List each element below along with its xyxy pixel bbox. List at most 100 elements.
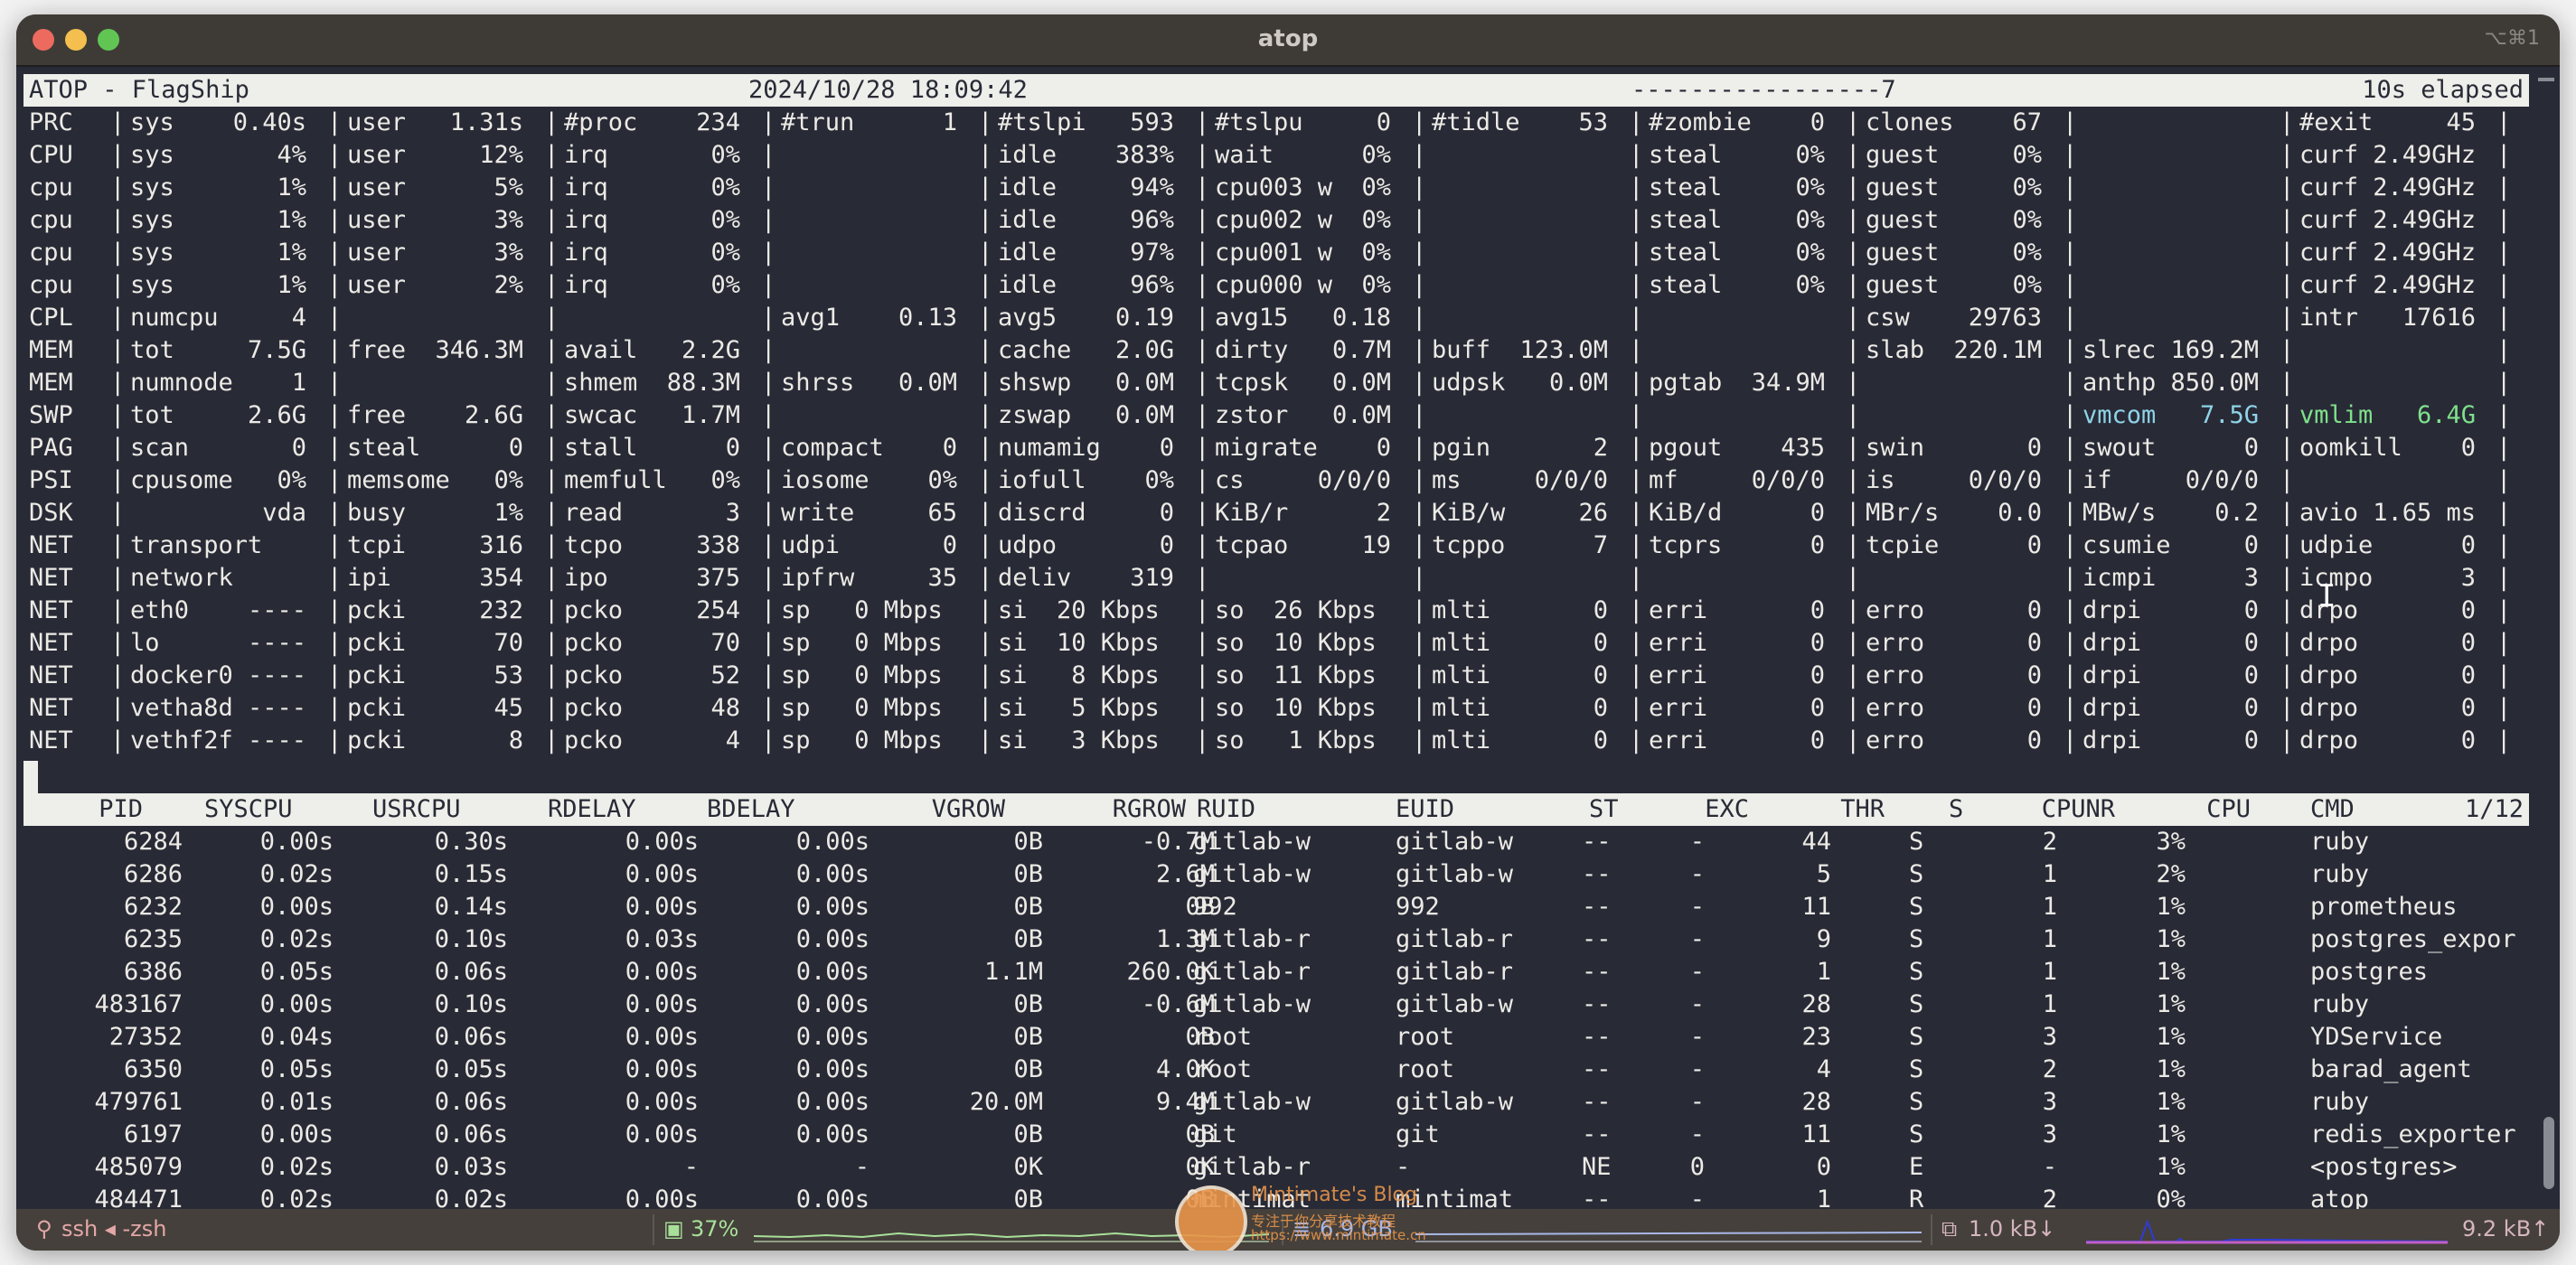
column-header-pid[interactable]: PID <box>99 793 143 826</box>
stat-cell: memfull 0% <box>564 466 741 494</box>
column-separator: | <box>978 434 993 462</box>
column-separator: | <box>110 304 126 332</box>
stat-cell: numamig 0 <box>998 434 1175 462</box>
cell-ruid: gitlab-w <box>1193 1088 1312 1116</box>
column-separator: | <box>327 596 343 624</box>
column-separator: | <box>1195 173 1210 201</box>
stat-cell: mlti 0 <box>1432 726 1609 754</box>
cell-thr: 11 <box>1801 893 1831 921</box>
stat-cell: compact 0 <box>781 434 958 462</box>
process-row[interactable]: 6235 0.02s 0.10s 0.03s 0.00s 0B 1.3M gitlab-r gi… <box>24 923 2529 956</box>
stat-cell: steal 0% <box>1649 141 1826 169</box>
column-header-euid[interactable]: EUID <box>1396 793 1454 826</box>
stat-cell: #proc 234 <box>564 108 741 136</box>
cell-vgrow: 0B <box>1013 1055 1043 1083</box>
cell-cpunr: 3 <box>2042 1120 2057 1148</box>
stat-cell: user 5% <box>347 173 524 201</box>
column-header-vgrow[interactable]: VGROW <box>932 793 1005 826</box>
process-row[interactable]: 485079 0.02s 0.03s - -0K 0K gitlab-r - NE 0 0 E -1% <… <box>24 1151 2529 1184</box>
stat-cell: sys 4% <box>130 141 307 169</box>
stat-cell: eth0 ---- <box>130 596 307 624</box>
column-separator: | <box>110 694 126 722</box>
cell-rdelay: 0.00s <box>625 1023 699 1051</box>
cell-cmd: redis_exporter <box>2310 1120 2516 1148</box>
stat-cell: ipfrw 35 <box>781 564 958 592</box>
column-header-ruid[interactable]: RUID <box>1197 793 1255 826</box>
column-header-bdelay[interactable]: BDELAY <box>707 793 795 826</box>
stat-cell: ipi 354 <box>347 564 524 592</box>
column-separator: | <box>327 206 343 234</box>
stat-cell: slrec 169.2M <box>2082 336 2260 364</box>
cell-euid: gitlab-r <box>1396 925 1514 953</box>
column-separator: | <box>327 694 343 722</box>
column-header-rdelay[interactable]: RDELAY <box>548 793 636 826</box>
column-header-cmd[interactable]: CMD <box>2310 793 2355 826</box>
column-separator: | <box>1195 271 1210 299</box>
row-label: CPU <box>29 141 73 169</box>
terminal-content[interactable]: ATOP - FlagShip 2024/10/28 18:09:42 ----… <box>24 74 2529 1213</box>
stat-cell: zswap 0.0M <box>998 401 1175 429</box>
stat-cell: network <box>130 564 307 592</box>
atop-hostname: ATOP - FlagShip <box>29 76 249 104</box>
stat-cell: if 0/0/0 <box>2082 466 2260 494</box>
cell-syscpu: 0.01s <box>259 1088 334 1116</box>
stat-cell: icmpi 3 <box>2082 564 2260 592</box>
process-row[interactable]: 6197 0.00s 0.06s 0.00s 0.00s 0B 0B git git -- -11 S… <box>24 1119 2529 1151</box>
cell-cmd: YDService <box>2310 1023 2443 1051</box>
stat-cell: #tslpi 593 <box>998 108 1175 136</box>
column-separator: | <box>1195 629 1210 657</box>
column-header-exc[interactable]: EXC <box>1705 793 1749 826</box>
cell-euid: root <box>1396 1023 1455 1051</box>
cell-cmd: barad_agent <box>2310 1055 2472 1083</box>
cell-s: S <box>1909 958 1924 986</box>
column-header-thr[interactable]: THR <box>1840 793 1885 826</box>
process-row[interactable]: 479761 0.01s 0.06s 0.00s 0.00s 20.0M 9.4M gitla… <box>24 1086 2529 1119</box>
stat-cell: pgin 2 <box>1432 434 1609 462</box>
column-separator: | <box>2280 694 2295 722</box>
column-header-st[interactable]: ST <box>1589 793 1619 826</box>
column-header-cpunr[interactable]: CPUNR <box>2042 793 2115 826</box>
process-row[interactable]: 6386 0.05s 0.06s 0.00s 0.00s 1.1M 260.0K gitlab… <box>24 956 2529 989</box>
column-separator: | <box>2063 629 2078 657</box>
stat-cell: swin 0 <box>1866 434 2043 462</box>
stat-cell: zstor 0.0M <box>1215 401 1392 429</box>
column-header-s[interactable]: S <box>1949 793 1963 826</box>
row-label: NET <box>29 531 73 559</box>
stat-cell: udpsk 0.0M <box>1432 369 1609 397</box>
process-row[interactable]: 6286 0.02s 0.15s 0.00s 0.00s 0B 2.6M gitlab-w gi… <box>24 858 2529 891</box>
process-row[interactable]: 6284 0.00s 0.30s 0.00s 0.00s 0B -0.7M gitlab-w g… <box>24 826 2529 858</box>
column-header-syscpu[interactable]: SYSCPU <box>204 793 293 826</box>
cell-vgrow: 0B <box>1013 1023 1043 1051</box>
row-label: cpu <box>29 173 73 201</box>
column-separator: | <box>761 726 776 754</box>
process-row[interactable]: 6350 0.05s 0.05s 0.00s 0.00s 0B 4.0K root root --… <box>24 1054 2529 1086</box>
cell-s: S <box>1909 1120 1924 1148</box>
stat-cell: dirty 0.7M <box>1215 336 1392 364</box>
column-separator: | <box>2063 173 2078 201</box>
column-separator: | <box>1846 661 1861 689</box>
column-header-rgrow[interactable]: RGROW <box>1113 793 1186 826</box>
cell-cpu: 1% <box>2156 1120 2186 1148</box>
session-label[interactable]: ssh ◂ -zsh <box>61 1216 167 1242</box>
stat-cell: user 3% <box>347 206 524 234</box>
column-separator: | <box>2063 499 2078 527</box>
column-separator: | <box>2280 173 2295 201</box>
column-separator: | <box>110 369 126 397</box>
cell-syscpu: 0.02s <box>259 860 334 888</box>
column-separator: | <box>1195 369 1210 397</box>
process-row[interactable]: 6232 0.00s 0.14s 0.00s 0.00s 0B 0B 992 992 -- -11 S… <box>24 891 2529 923</box>
column-separator: | <box>1195 434 1210 462</box>
column-header-cpu[interactable]: CPU <box>2206 793 2251 826</box>
scrollbar-thumb[interactable] <box>2543 1117 2554 1189</box>
column-separator: | <box>1629 596 1644 624</box>
cell-exc: - <box>1689 893 1705 921</box>
stat-cell: irq 0% <box>564 271 741 299</box>
watermark-title: Mintimate's Blog <box>1251 1184 1417 1206</box>
cell-vgrow: 0B <box>1013 828 1043 856</box>
column-separator: | <box>978 564 993 592</box>
stat-cell: iosome 0% <box>781 466 958 494</box>
process-row[interactable]: 27352 0.04s 0.06s 0.00s 0.00s 0B 0B root root -- -… <box>24 1021 2529 1054</box>
process-row[interactable]: 483167 0.00s 0.10s 0.00s 0.00s 0B -0.6M gitlab-… <box>24 989 2529 1021</box>
column-separator: | <box>2280 141 2295 169</box>
column-header-usrcpu[interactable]: USRCPU <box>372 793 461 826</box>
